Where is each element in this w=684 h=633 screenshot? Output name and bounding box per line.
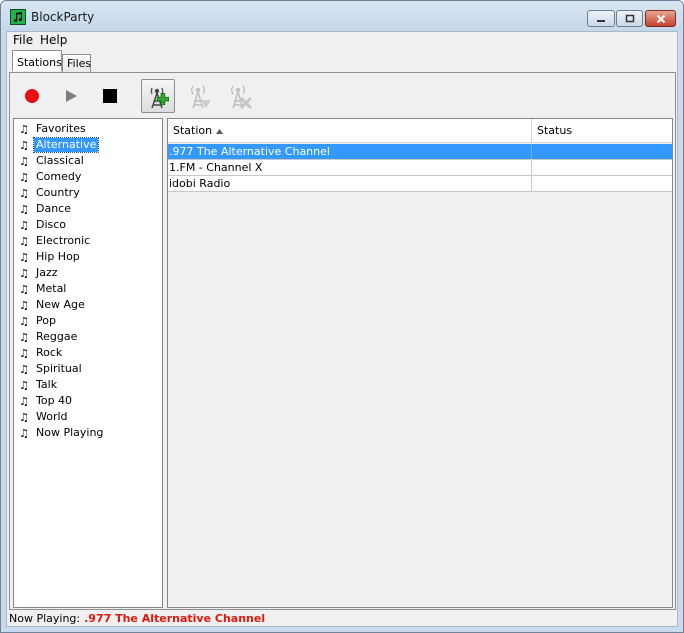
music-note-icon: ♫	[19, 170, 29, 184]
music-note-icon: ♫	[19, 362, 29, 376]
record-button[interactable]	[15, 79, 49, 113]
genre-item-classical[interactable]: ♫ Classical	[16, 153, 86, 169]
music-note-icon: ♫	[19, 330, 29, 344]
tab-files[interactable]: Files	[62, 54, 91, 72]
stop-icon	[103, 89, 117, 103]
client-area: File Help Stations Files ♫ Favorites ♫ A…	[6, 31, 678, 627]
record-icon	[25, 89, 39, 103]
genre-item-electronic[interactable]: ♫ Electronic	[16, 233, 92, 249]
genre-item-alternative[interactable]: ♫ Alternative	[16, 137, 100, 153]
music-note-icon: ♫	[19, 266, 29, 280]
music-note-icon: ♫	[19, 186, 29, 200]
genre-item-world[interactable]: ♫ World	[16, 409, 70, 425]
station-cell: idobi Radio	[168, 176, 532, 191]
window-title: BlockParty	[31, 10, 95, 24]
menu-bar: File Help	[7, 32, 677, 49]
genre-item-now-playing[interactable]: ♫ Now Playing	[16, 425, 105, 441]
close-button[interactable]	[645, 10, 676, 27]
station-cell: .977 The Alternative Channel	[168, 144, 532, 159]
genre-item-dance[interactable]: ♫ Dance	[16, 201, 73, 217]
music-note-icon: ♫	[19, 202, 29, 216]
title-bar[interactable]: BlockParty	[1, 1, 683, 31]
remove-station-tower-icon	[231, 85, 253, 110]
minimize-icon	[597, 19, 605, 22]
table-header: Station Status	[168, 119, 672, 143]
sort-ascending-icon	[216, 128, 224, 134]
music-note-icon: ♫	[19, 250, 29, 264]
table-row[interactable]: idobi Radio	[168, 176, 672, 192]
music-note-icon: ♫	[19, 426, 29, 440]
toolbar	[10, 73, 675, 118]
music-note-icon: ♫	[19, 218, 29, 232]
maximize-button[interactable]	[616, 10, 643, 27]
now-playing-value: .977 The Alternative Channel	[84, 612, 266, 625]
genre-list[interactable]: ♫ Favorites ♫ Alternative ♫ Classical ♫ …	[13, 118, 163, 608]
genre-item-talk[interactable]: ♫ Talk	[16, 377, 59, 393]
station-table[interactable]: Station Status .977 The Alternative Chan…	[167, 118, 673, 608]
genre-item-rock[interactable]: ♫ Rock	[16, 345, 64, 361]
add-station-tower-icon	[150, 87, 169, 109]
column-header-station[interactable]: Station	[168, 119, 532, 142]
genre-item-top-40[interactable]: ♫ Top 40	[16, 393, 74, 409]
genre-item-hip-hop[interactable]: ♫ Hip Hop	[16, 249, 82, 265]
now-playing-label: Now Playing:	[9, 612, 81, 625]
minimize-button[interactable]	[587, 10, 615, 27]
station-cell: 1.FM - Channel X	[168, 160, 532, 175]
genre-item-reggae[interactable]: ♫ Reggae	[16, 329, 79, 345]
app-music-icon	[10, 9, 26, 25]
maximize-icon	[625, 14, 634, 22]
music-note-icon: ♫	[19, 314, 29, 328]
genre-item-jazz[interactable]: ♫ Jazz	[16, 265, 60, 281]
genre-item-disco[interactable]: ♫ Disco	[16, 217, 68, 233]
play-button[interactable]	[54, 79, 88, 113]
music-note-icon: ♫	[19, 122, 29, 136]
genre-item-metal[interactable]: ♫ Metal	[16, 281, 68, 297]
genre-item-new-age[interactable]: ♫ New Age	[16, 297, 87, 313]
music-note-icon: ♫	[19, 410, 29, 424]
tab-stations[interactable]: Stations	[12, 50, 62, 71]
genre-item-spiritual[interactable]: ♫ Spiritual	[16, 361, 84, 377]
play-icon	[66, 90, 77, 102]
music-note-icon: ♫	[19, 378, 29, 392]
music-note-icon: ♫	[19, 234, 29, 248]
genre-item-pop[interactable]: ♫ Pop	[16, 313, 58, 329]
music-note-icon: ♫	[19, 282, 29, 296]
stations-panel: ♫ Favorites ♫ Alternative ♫ Classical ♫ …	[9, 72, 676, 610]
tower-icon	[191, 85, 211, 109]
music-note-icon: ♫	[19, 298, 29, 312]
tower-button[interactable]	[182, 79, 216, 113]
app-window: BlockParty File Help Stations Files ♫ Fa…	[0, 0, 684, 633]
column-header-status[interactable]: Status	[532, 119, 672, 142]
music-note-icon: ♫	[19, 138, 29, 152]
genre-item-country[interactable]: ♫ Country	[16, 185, 82, 201]
status-cell	[533, 144, 672, 159]
add-station-button[interactable]	[141, 79, 175, 113]
menu-file[interactable]: File	[13, 33, 33, 47]
music-note-icon: ♫	[19, 346, 29, 360]
genre-item-favorites[interactable]: ♫ Favorites	[16, 121, 88, 137]
status-bar: Now Playing: .977 The Alternative Channel	[9, 612, 676, 626]
close-icon	[656, 14, 665, 23]
status-cell	[533, 160, 672, 175]
stop-button[interactable]	[93, 79, 127, 113]
music-note-icon: ♫	[19, 154, 29, 168]
music-note-icon: ♫	[19, 394, 29, 408]
remove-station-button[interactable]	[222, 79, 256, 113]
table-row[interactable]: .977 The Alternative Channel	[168, 144, 672, 160]
table-row[interactable]: 1.FM - Channel X	[168, 160, 672, 176]
menu-help[interactable]: Help	[40, 33, 67, 47]
status-cell	[533, 176, 672, 191]
genre-item-comedy[interactable]: ♫ Comedy	[16, 169, 83, 185]
